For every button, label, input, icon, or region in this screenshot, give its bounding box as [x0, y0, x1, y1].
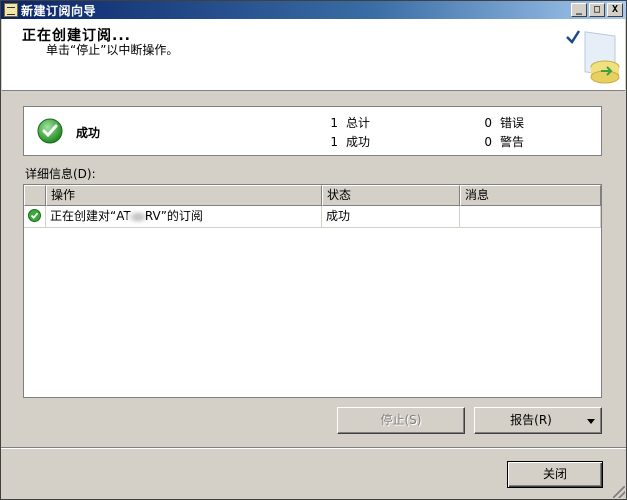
app-icon — [4, 3, 18, 17]
grid-header: 操作 状态 消息 — [24, 185, 601, 206]
overall-status: 成功 — [76, 126, 101, 140]
row-message-cell — [460, 206, 601, 228]
details-label: 详细信息(D): — [25, 167, 96, 181]
report-button[interactable]: 报告(R) — [474, 407, 602, 434]
wizard-window: 新建订阅向导 _ □ X 正在创建订阅... 单击“停止”以中断操作。 成功 1… — [0, 0, 627, 500]
action-text-prefix: 正在创建对“AT — [50, 209, 131, 223]
wizard-header: 正在创建订阅... 单击“停止”以中断操作。 — [2, 19, 625, 91]
row-action-cell: 正在创建对“AT RV”的订阅 — [46, 206, 322, 228]
close-button[interactable]: 关闭 — [507, 461, 603, 488]
warning-label: 警告 — [500, 135, 525, 149]
total-count: 1 — [330, 116, 338, 130]
title-bar[interactable]: 新建订阅向导 _ □ X — [1, 1, 626, 19]
stop-button[interactable]: 停止(S) — [337, 407, 465, 434]
column-header-status[interactable]: 状态 — [322, 185, 460, 206]
resize-grip[interactable] — [613, 486, 625, 498]
database-wizard-icon — [566, 30, 620, 84]
footer-separator — [1, 447, 626, 449]
row-status-cell — [24, 206, 46, 228]
minimize-button[interactable]: _ — [571, 3, 587, 17]
icon-column-header[interactable] — [24, 185, 46, 206]
error-stat: 0 错误 — [478, 114, 524, 131]
success-count: 1 — [330, 135, 338, 149]
error-count: 0 — [484, 116, 492, 130]
action-text-suffix: RV”的订阅 — [144, 209, 203, 223]
total-stat: 1 总计 — [324, 114, 370, 131]
maximize-button[interactable]: □ — [589, 3, 605, 17]
warning-count: 0 — [484, 135, 492, 149]
column-header-message[interactable]: 消息 — [460, 185, 601, 206]
page-subtitle: 单击“停止”以中断操作。 — [46, 43, 179, 57]
success-stat: 1 成功 — [324, 133, 370, 150]
details-grid[interactable]: 操作 状态 消息 正在创建对“AT RV”的订阅 成功 — [23, 184, 602, 398]
summary-panel: 成功 1 总计 1 成功 0 错误 0 警告 — [23, 106, 602, 156]
success-label: 成功 — [346, 135, 371, 149]
success-check-icon — [28, 209, 41, 222]
close-window-button[interactable]: X — [607, 3, 623, 17]
success-check-icon — [37, 118, 63, 144]
table-row[interactable]: 正在创建对“AT RV”的订阅 成功 — [24, 206, 601, 228]
total-label: 总计 — [346, 116, 371, 130]
row-status-text-cell: 成功 — [322, 206, 460, 228]
error-label: 错误 — [500, 116, 525, 130]
chevron-down-icon — [587, 419, 595, 424]
column-header-action[interactable]: 操作 — [46, 185, 322, 206]
window-controls: _ □ X — [571, 3, 623, 17]
warning-stat: 0 警告 — [478, 133, 524, 150]
report-button-label: 报告(R) — [510, 413, 552, 427]
window-title: 新建订阅向导 — [21, 3, 97, 18]
